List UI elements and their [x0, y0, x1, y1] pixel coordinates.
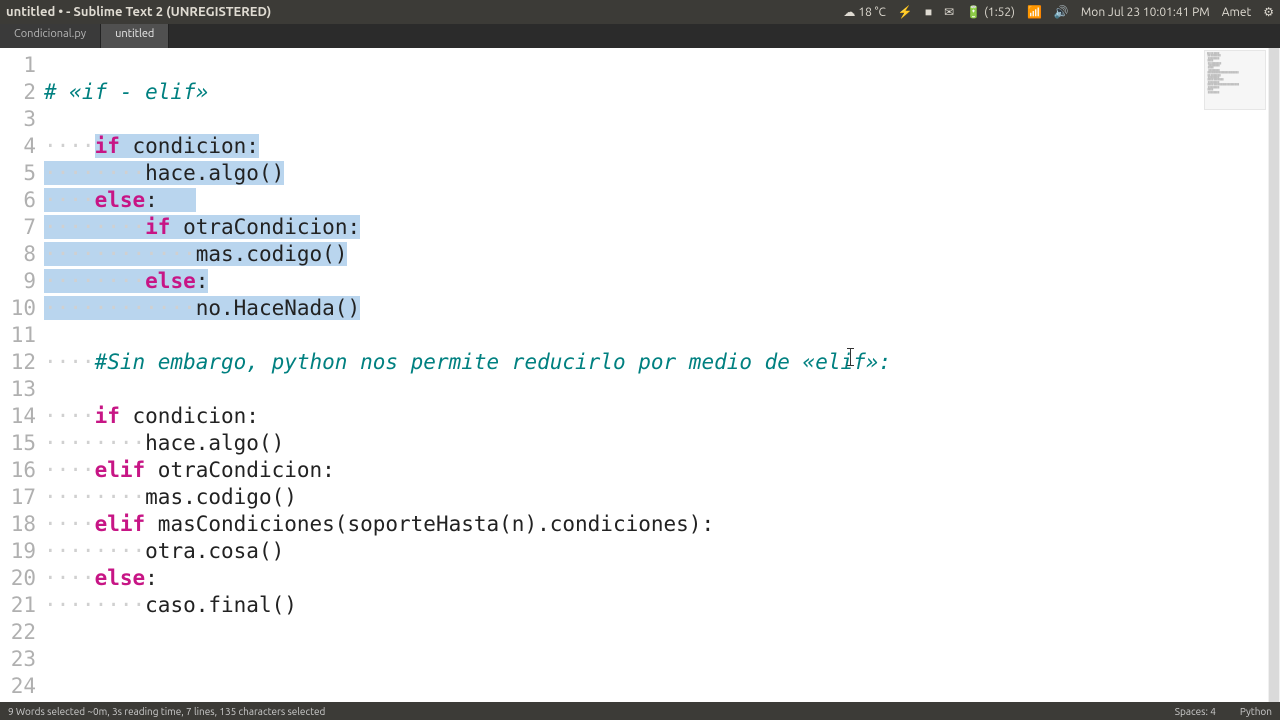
code-line	[44, 619, 1280, 646]
code-line	[44, 646, 1280, 673]
window-title: untitled • - Sublime Text 2 (UNREGISTERE…	[6, 5, 843, 19]
square-indicator-icon: ■	[925, 5, 932, 19]
code-line: ····else:	[44, 187, 1280, 214]
gear-icon[interactable]: ⚙	[1263, 5, 1274, 19]
code-line: ····if condicion:	[44, 133, 1280, 160]
code-line: ········otra.cosa()	[44, 538, 1280, 565]
code-line: ············mas.codigo()	[44, 241, 1280, 268]
user-menu[interactable]: Amet	[1222, 6, 1252, 19]
volume-icon[interactable]: 🔊	[1054, 5, 1069, 19]
scrollbar-thumb[interactable]	[1269, 48, 1279, 702]
editor[interactable]: 123456789101112131415161718192021222324 …	[0, 48, 1280, 702]
code-line: ········else:	[44, 268, 1280, 295]
code-line: ········caso.final()	[44, 592, 1280, 619]
bolt-icon: ⚡	[898, 5, 913, 19]
vertical-scrollbar[interactable]	[1268, 48, 1280, 702]
minimap[interactable]: ██ ██ ████ ██ ███████ ████████ ████ ██ █…	[1204, 50, 1266, 110]
status-bar: 9 Words selected ~0m, 3s reading time, 7…	[0, 702, 1280, 720]
tab-condicional[interactable]: Condicional.py	[0, 24, 101, 48]
code-area[interactable]: # «if - elif» ····if condicion:········h…	[44, 48, 1280, 702]
code-line: ········hace.algo()	[44, 160, 1280, 187]
cloud-icon: ☁	[843, 5, 855, 19]
code-line	[44, 673, 1280, 700]
titlebar: untitled • - Sublime Text 2 (UNREGISTERE…	[0, 0, 1280, 24]
battery-icon: 🔋	[966, 5, 981, 19]
clock[interactable]: Mon Jul 23 10:01:41 PM	[1081, 6, 1210, 19]
code-line: ····#Sin embargo, python nos permite red…	[44, 349, 1280, 376]
code-line: ········if otraCondicion:	[44, 214, 1280, 241]
tab-bar: Condicional.py untitled	[0, 24, 1280, 48]
code-line: ····if condicion:	[44, 403, 1280, 430]
mail-icon[interactable]: ✉	[944, 5, 954, 19]
code-line: ········hace.algo()	[44, 430, 1280, 457]
code-line: ········mas.codigo()	[44, 484, 1280, 511]
code-line: ····else:	[44, 565, 1280, 592]
status-indent[interactable]: Spaces: 4	[1175, 706, 1216, 717]
status-selection-info: 9 Words selected ~0m, 3s reading time, 7…	[8, 706, 325, 717]
system-tray: ☁ 18 °C ⚡ ■ ✉ 🔋(1:52) 📶 🔊 Mon Jul 23 10:…	[843, 5, 1274, 19]
code-line	[44, 376, 1280, 403]
code-line: ····elif otraCondicion:	[44, 457, 1280, 484]
tab-untitled[interactable]: untitled	[101, 24, 169, 48]
code-line	[44, 106, 1280, 133]
status-language[interactable]: Python	[1240, 706, 1272, 717]
code-line: ····elif masCondiciones(soporteHasta(n).…	[44, 511, 1280, 538]
code-line	[44, 322, 1280, 349]
battery-indicator[interactable]: 🔋(1:52)	[966, 5, 1015, 19]
code-line: ············no.HaceNada()	[44, 295, 1280, 322]
network-icon[interactable]: 📶	[1027, 5, 1042, 19]
line-gutter: 123456789101112131415161718192021222324	[0, 48, 44, 702]
code-line	[44, 52, 1280, 79]
code-line: # «if - elif»	[44, 79, 1280, 106]
weather-indicator[interactable]: ☁ 18 °C	[843, 5, 886, 19]
